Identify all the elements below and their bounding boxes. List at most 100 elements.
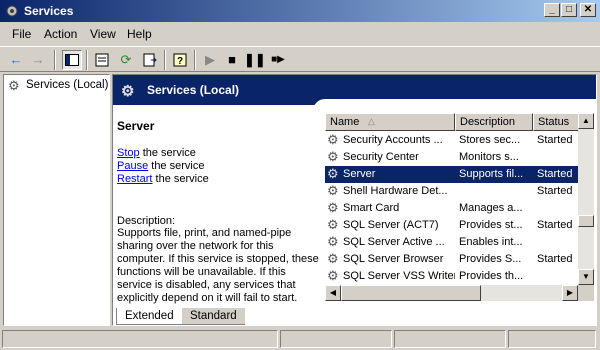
status-panel-main	[2, 330, 278, 348]
svg-text:?: ?	[177, 56, 183, 67]
services-app-icon	[4, 3, 20, 19]
console-tree[interactable]: ⚙ Services (Local)	[3, 74, 110, 326]
export-list-icon[interactable]	[140, 50, 160, 70]
gear-icon: ⚙	[327, 217, 339, 232]
cell-name: Security Center	[343, 151, 419, 163]
gear-icon: ⚙	[327, 200, 339, 215]
cell-name: SQL Server Browser	[343, 253, 444, 265]
column-header-description[interactable]: Description	[455, 113, 533, 131]
restart-icon[interactable]: ■▶	[268, 50, 288, 70]
column-name-label: Name	[330, 116, 360, 128]
toolbar: ← → ⟳ ? ▶ ■ ❚❚ ■▶	[0, 46, 600, 72]
action-restart: Restart the service	[117, 173, 209, 185]
window-title: Services	[24, 4, 74, 18]
cell-description: Manages a...	[459, 202, 523, 214]
table-row[interactable]: ⚙ SQL Server VSS Writer Provides th...	[325, 268, 578, 285]
services-list[interactable]: Name △ Description Status ⚙ Security Acco…	[325, 113, 578, 303]
play-icon[interactable]: ▶	[200, 50, 220, 70]
horizontal-scroll-thumb[interactable]	[341, 285, 481, 301]
scroll-down-button[interactable]: ▼	[578, 269, 594, 285]
maximize-button[interactable]: □	[561, 3, 577, 17]
status-panel	[508, 330, 596, 348]
cell-name: Security Accounts ...	[343, 134, 443, 146]
cell-description: Supports fil...	[459, 168, 524, 180]
table-row[interactable]: ⚙ Smart Card Manages a...	[325, 200, 578, 217]
view-tabs: Extended Standard	[112, 308, 412, 326]
gear-icon: ⚙	[327, 149, 339, 164]
menu-file[interactable]: File	[12, 27, 31, 41]
cell-description: Provides th...	[459, 270, 524, 282]
cell-status: Started	[537, 168, 573, 180]
cell-status: Started	[537, 134, 573, 146]
cell-description: Enables int...	[459, 236, 523, 248]
service-details: Server Stop the service Pause the servic…	[117, 115, 322, 305]
action-pause: Pause the service	[117, 160, 204, 172]
help-icon[interactable]: ?	[170, 50, 190, 70]
title-bar[interactable]: Services _ □ ✕	[0, 0, 600, 22]
pause-icon[interactable]: ❚❚	[244, 50, 266, 70]
cell-status: Started	[537, 219, 573, 231]
close-button[interactable]: ✕	[580, 3, 596, 17]
action-stop: Stop the service	[117, 147, 196, 159]
cell-name: SQL Server (ACT7)	[343, 219, 439, 231]
description-label: Description:	[117, 215, 176, 227]
menu-help[interactable]: Help	[127, 27, 152, 41]
horizontal-scrollbar[interactable]: ◀ ▶	[325, 285, 578, 301]
gear-icon: ⚙	[327, 183, 339, 198]
description-text: Supports file, print, and named-pipe sha…	[117, 227, 319, 304]
action-text: the service	[148, 160, 205, 172]
cell-name: Server	[343, 168, 376, 180]
table-row[interactable]: ⚙ Security Accounts ... Stores sec... Start…	[325, 132, 578, 149]
toolbar-separator	[164, 50, 166, 70]
toolbar-separator	[86, 50, 88, 70]
pause-link[interactable]: Pause	[117, 160, 148, 172]
table-row[interactable]: ⚙ Server Supports fil... Started	[325, 166, 578, 183]
tab-standard[interactable]: Standard	[182, 308, 245, 325]
vertical-scroll-thumb[interactable]	[578, 215, 594, 227]
menu-view[interactable]: View	[90, 27, 116, 41]
table-row[interactable]: ⚙ Security Center Monitors s...	[325, 149, 578, 166]
scrollbar-corner	[578, 285, 594, 301]
table-row[interactable]: ⚙ Shell Hardware Det... Started	[325, 183, 578, 200]
vertical-scrollbar[interactable]: ▲ ▼	[578, 113, 594, 285]
scroll-right-button[interactable]: ▶	[562, 285, 578, 301]
gear-icon: ⚙	[327, 268, 339, 283]
toolbar-separator	[54, 50, 56, 70]
menu-action[interactable]: Action	[44, 27, 77, 41]
cell-status: Started	[537, 253, 573, 265]
status-bar	[0, 328, 600, 350]
table-row[interactable]: ⚙ SQL Server Active ... Enables int...	[325, 234, 578, 251]
restart-link[interactable]: Restart	[117, 173, 152, 185]
column-header-name[interactable]: Name △	[325, 113, 455, 131]
column-header-status[interactable]: Status	[533, 113, 578, 131]
scroll-left-button[interactable]: ◀	[325, 285, 341, 301]
sort-ascending-icon: △	[368, 116, 375, 126]
cell-description: Provides st...	[459, 219, 523, 231]
header-curve	[313, 99, 596, 111]
status-panel	[280, 330, 392, 348]
pane-title: Services (Local)	[147, 83, 240, 97]
stop-link[interactable]: Stop	[117, 147, 140, 159]
tree-item-label: Services (Local)	[26, 79, 109, 91]
details-pane: ⚙ Services (Local) Server Stop the servi…	[112, 74, 597, 326]
table-row[interactable]: ⚙ SQL Server Browser Provides S... Started	[325, 251, 578, 268]
cell-name: Smart Card	[343, 202, 400, 214]
cell-description: Provides S...	[459, 253, 522, 265]
cell-status: Started	[537, 185, 573, 197]
properties-icon[interactable]	[92, 50, 112, 70]
forward-arrow-icon[interactable]: →	[28, 50, 48, 70]
cell-name: Shell Hardware Det...	[343, 185, 448, 197]
gear-icon: ⚙	[327, 132, 339, 147]
cell-name: SQL Server VSS Writer	[343, 270, 455, 282]
menu-bar: File Action View Help	[0, 24, 600, 44]
minimize-button[interactable]: _	[544, 3, 560, 17]
scroll-up-button[interactable]: ▲	[578, 113, 594, 129]
gear-icon: ⚙	[8, 78, 20, 93]
stop-icon[interactable]: ■	[222, 50, 242, 70]
table-row[interactable]: ⚙ SQL Server (ACT7) Provides st... Started	[325, 217, 578, 234]
refresh-icon[interactable]: ⟳	[116, 50, 136, 70]
back-arrow-icon[interactable]: ←	[6, 50, 26, 70]
tab-extended[interactable]: Extended	[116, 308, 183, 325]
action-text: the service	[152, 173, 209, 185]
console-tree-icon[interactable]	[62, 50, 82, 70]
